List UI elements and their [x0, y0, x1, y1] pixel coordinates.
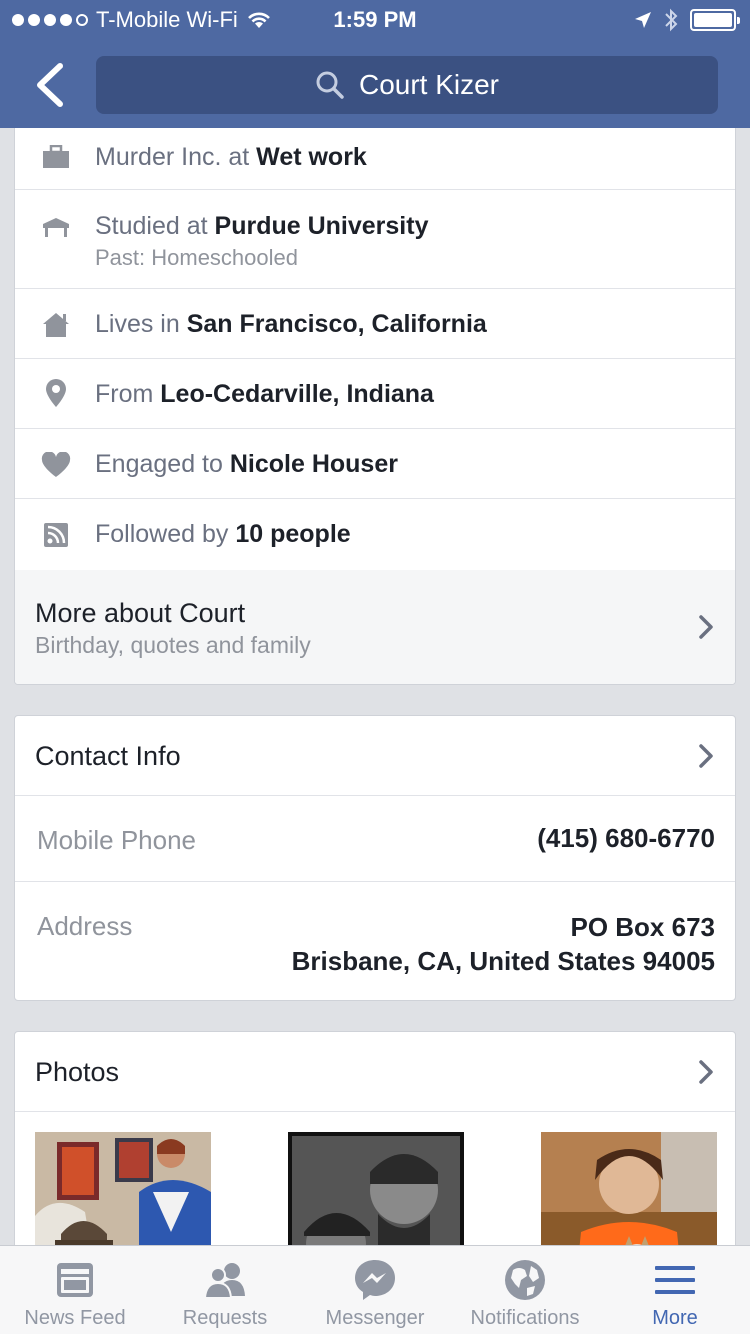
- from-value: Leo-Cedarville, Indiana: [160, 380, 434, 408]
- relationship-value: Nicole Houser: [229, 450, 398, 478]
- lives-prefix: Lives in: [95, 310, 187, 338]
- tab-notifications[interactable]: Notifications: [450, 1246, 600, 1334]
- messenger-icon: [355, 1260, 395, 1300]
- tab-messenger[interactable]: Messenger: [300, 1246, 450, 1334]
- location-pin-icon: [41, 378, 71, 408]
- search-icon: [316, 71, 344, 99]
- education-prefix: Studied at: [95, 212, 215, 240]
- followers-prefix: Followed by: [95, 520, 236, 548]
- followers-row[interactable]: Followed by 10 people: [15, 499, 735, 570]
- photos-header[interactable]: Photos: [15, 1032, 735, 1112]
- heart-icon: [41, 450, 71, 480]
- tab-news-feed[interactable]: News Feed: [0, 1246, 150, 1334]
- work-prefix: Murder Inc. at: [95, 143, 257, 171]
- home-icon: [41, 309, 71, 339]
- bluetooth-icon: [665, 8, 678, 32]
- tab-label: Requests: [182, 1307, 268, 1329]
- tab-label: News Feed: [24, 1307, 126, 1329]
- more-about-title: More about Court: [35, 598, 246, 628]
- photos-title: Photos: [35, 1057, 120, 1087]
- search-text: Court Kizer: [358, 69, 500, 100]
- status-bar: T-Mobile Wi-Fi 1:59 PM: [0, 0, 750, 40]
- tab-label: Messenger: [325, 1307, 425, 1329]
- mobile-phone-value[interactable]: (415) 680-6770: [537, 821, 715, 855]
- navigation-bar: T-Mobile Wi-Fi 1:59 PM Court Kizer: [0, 0, 750, 128]
- more-about-subtitle: Birthday, quotes and family: [35, 632, 311, 658]
- education-past: Past: Homeschooled: [95, 245, 298, 270]
- followers-value: 10 people: [235, 520, 351, 548]
- more-about-row[interactable]: More about Court Birthday, quotes and fa…: [15, 570, 735, 684]
- address-label: Address: [37, 911, 133, 941]
- address-value[interactable]: PO Box 673 Brisbane, CA, United States 9…: [292, 910, 715, 978]
- mobile-phone-label: Mobile Phone: [37, 825, 196, 855]
- contact-info-header[interactable]: Contact Info: [15, 716, 735, 796]
- address-line-1: PO Box 673: [570, 912, 715, 942]
- work-row[interactable]: Murder Inc. at Wet work: [15, 128, 735, 190]
- friend-requests-icon: [203, 1263, 245, 1299]
- tab-bar: News Feed Requests Messenger Notificatio…: [0, 1245, 750, 1334]
- about-card: Murder Inc. at Wet work Studied at Purdu…: [14, 128, 736, 685]
- address-row[interactable]: Address PO Box 673 Brisbane, CA, United …: [15, 882, 735, 1000]
- briefcase-icon: [41, 142, 71, 172]
- relationship-prefix: Engaged to: [95, 450, 230, 478]
- news-feed-icon: [57, 1263, 93, 1297]
- globe-icon: [505, 1260, 545, 1300]
- back-arrow-icon[interactable]: [30, 62, 70, 108]
- relationship-row[interactable]: Engaged to Nicole Houser: [15, 429, 735, 499]
- from-prefix: From: [95, 380, 161, 408]
- tab-label: Notifications: [470, 1307, 580, 1329]
- location-arrow-icon: [635, 12, 651, 28]
- education-value: Purdue University: [214, 212, 429, 240]
- photos-card: Photos: [14, 1031, 736, 1271]
- from-row[interactable]: From Leo-Cedarville, Indiana: [15, 359, 735, 429]
- education-row[interactable]: Studied at Purdue University Past: Homes…: [15, 190, 735, 289]
- work-value: Wet work: [256, 143, 367, 171]
- tab-more[interactable]: More: [600, 1246, 750, 1334]
- contact-info-card: Contact Info Mobile Phone (415) 680-6770…: [14, 715, 736, 1001]
- menu-icon: [655, 1266, 695, 1294]
- address-line-2: Brisbane, CA, United States 94005: [291, 946, 715, 976]
- chevron-right-icon: [699, 1060, 713, 1084]
- search-field[interactable]: Court Kizer: [96, 56, 718, 114]
- contact-info-title: Contact Info: [35, 741, 181, 771]
- lives-row[interactable]: Lives in San Francisco, California: [15, 289, 735, 359]
- chevron-right-icon: [699, 615, 713, 639]
- chevron-right-icon: [699, 744, 713, 768]
- battery-icon: [690, 9, 740, 31]
- lives-value: San Francisco, California: [186, 310, 487, 338]
- rss-feed-icon: [41, 520, 71, 550]
- school-icon: [41, 212, 71, 242]
- tab-requests[interactable]: Requests: [150, 1246, 300, 1334]
- mobile-phone-row[interactable]: Mobile Phone (415) 680-6770: [15, 796, 735, 882]
- tab-label: More: [652, 1307, 698, 1329]
